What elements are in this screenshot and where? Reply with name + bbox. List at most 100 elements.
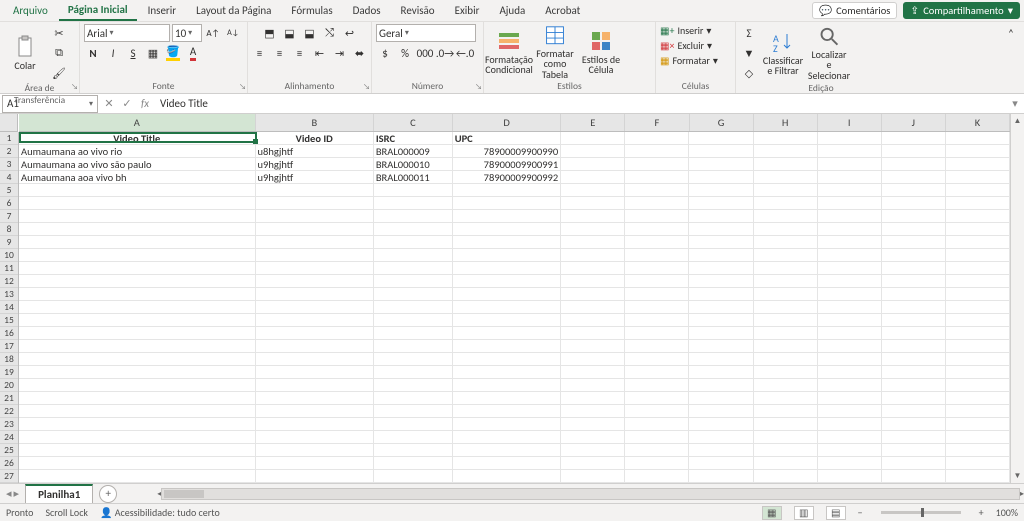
zoom-out-button[interactable]: − — [858, 506, 863, 519]
column-header-D[interactable]: D — [453, 114, 561, 131]
cell-B19[interactable] — [256, 366, 374, 379]
cell-F25[interactable] — [625, 444, 689, 457]
enter-formula-button[interactable]: ✓ — [118, 95, 136, 113]
cell-F17[interactable] — [625, 340, 689, 353]
cell-K11[interactable] — [946, 262, 1010, 275]
cell-J2[interactable] — [882, 145, 946, 158]
cell-K1[interactable] — [946, 132, 1010, 145]
cell-B2[interactable]: u8hgjhtf — [256, 145, 374, 158]
cell-J19[interactable] — [882, 366, 946, 379]
cell-B26[interactable] — [256, 457, 374, 470]
cell-I17[interactable] — [818, 340, 882, 353]
cell-B5[interactable] — [256, 184, 374, 197]
column-header-I[interactable]: I — [818, 114, 882, 131]
row-header-10[interactable]: 10 — [0, 249, 18, 262]
row-header-26[interactable]: 26 — [0, 457, 18, 470]
cell-E10[interactable] — [561, 249, 625, 262]
cell-E19[interactable] — [561, 366, 625, 379]
cell-J8[interactable] — [882, 223, 946, 236]
cell-J26[interactable] — [882, 457, 946, 470]
cell-J20[interactable] — [882, 379, 946, 392]
cell-H18[interactable] — [754, 353, 818, 366]
cell-H3[interactable] — [754, 158, 818, 171]
cell-C13[interactable] — [374, 288, 453, 301]
cell-F11[interactable] — [625, 262, 689, 275]
increase-decimal-button[interactable]: .0→ — [436, 44, 454, 62]
cell-C12[interactable] — [374, 275, 453, 288]
cell-B24[interactable] — [256, 431, 374, 444]
row-header-3[interactable]: 3 — [0, 158, 18, 171]
cell-I21[interactable] — [818, 392, 882, 405]
cell-I19[interactable] — [818, 366, 882, 379]
cell-C4[interactable]: BRAL000011 — [374, 171, 453, 184]
cell-E22[interactable] — [561, 405, 625, 418]
row-header-19[interactable]: 19 — [0, 366, 18, 379]
cell-F27[interactable] — [625, 470, 689, 483]
page-break-view-button[interactable]: ▤ — [826, 506, 846, 520]
cell-B1[interactable]: Video ID — [256, 132, 374, 145]
cell-F14[interactable] — [625, 301, 689, 314]
cell-J24[interactable] — [882, 431, 946, 444]
collapse-ribbon-button[interactable]: ˄ — [1002, 24, 1020, 42]
cell-C11[interactable] — [374, 262, 453, 275]
cell-H8[interactable] — [754, 223, 818, 236]
cell-G13[interactable] — [689, 288, 753, 301]
font-size-dropdown[interactable]: 10▾ — [172, 24, 202, 42]
column-header-E[interactable]: E — [561, 114, 625, 131]
cell-A10[interactable] — [19, 249, 256, 262]
row-header-6[interactable]: 6 — [0, 197, 18, 210]
cell-A26[interactable] — [19, 457, 256, 470]
cell-C18[interactable] — [374, 353, 453, 366]
cell-J1[interactable] — [882, 132, 946, 145]
cell-I1[interactable] — [818, 132, 882, 145]
decrease-font-button[interactable]: A↓ — [224, 24, 242, 42]
cell-E4[interactable] — [561, 171, 625, 184]
cell-K24[interactable] — [946, 431, 1010, 444]
cell-H12[interactable] — [754, 275, 818, 288]
cell-J12[interactable] — [882, 275, 946, 288]
cell-K25[interactable] — [946, 444, 1010, 457]
sheet-tab-1[interactable]: Planilha1 — [25, 484, 93, 503]
cell-G24[interactable] — [689, 431, 753, 444]
row-header-17[interactable]: 17 — [0, 340, 18, 353]
cell-I25[interactable] — [818, 444, 882, 457]
cell-F22[interactable] — [625, 405, 689, 418]
cell-D14[interactable] — [453, 301, 561, 314]
fill-button[interactable]: ▼ — [740, 44, 758, 62]
cell-F13[interactable] — [625, 288, 689, 301]
cell-H22[interactable] — [754, 405, 818, 418]
cell-K16[interactable] — [946, 327, 1010, 340]
cell-A8[interactable] — [19, 223, 256, 236]
cell-B9[interactable] — [256, 236, 374, 249]
cell-I18[interactable] — [818, 353, 882, 366]
tab-help[interactable]: Ajuda — [490, 1, 534, 20]
cell-G23[interactable] — [689, 418, 753, 431]
cell-D5[interactable] — [453, 184, 561, 197]
cell-F12[interactable] — [625, 275, 689, 288]
row-header-22[interactable]: 22 — [0, 405, 18, 418]
sort-filter-button[interactable]: AZ Classificar e Filtrar — [762, 25, 804, 81]
cell-J23[interactable] — [882, 418, 946, 431]
column-header-K[interactable]: K — [946, 114, 1010, 131]
cell-G1[interactable] — [689, 132, 753, 145]
cell-F8[interactable] — [625, 223, 689, 236]
cell-H19[interactable] — [754, 366, 818, 379]
cell-I23[interactable] — [818, 418, 882, 431]
tab-view[interactable]: Exibir — [446, 1, 489, 20]
cell-G27[interactable] — [689, 470, 753, 483]
column-header-G[interactable]: G — [690, 114, 754, 131]
cell-J17[interactable] — [882, 340, 946, 353]
cell-H10[interactable] — [754, 249, 818, 262]
add-sheet-button[interactable]: + — [99, 485, 117, 503]
autosum-button[interactable]: Σ — [740, 24, 758, 42]
cell-I22[interactable] — [818, 405, 882, 418]
cell-F5[interactable] — [625, 184, 689, 197]
cell-J10[interactable] — [882, 249, 946, 262]
cell-E23[interactable] — [561, 418, 625, 431]
cell-F4[interactable] — [625, 171, 689, 184]
cell-K3[interactable] — [946, 158, 1010, 171]
decrease-decimal-button[interactable]: ←.0 — [456, 44, 474, 62]
cell-I4[interactable] — [818, 171, 882, 184]
cell-E6[interactable] — [561, 197, 625, 210]
cell-D10[interactable] — [453, 249, 561, 262]
